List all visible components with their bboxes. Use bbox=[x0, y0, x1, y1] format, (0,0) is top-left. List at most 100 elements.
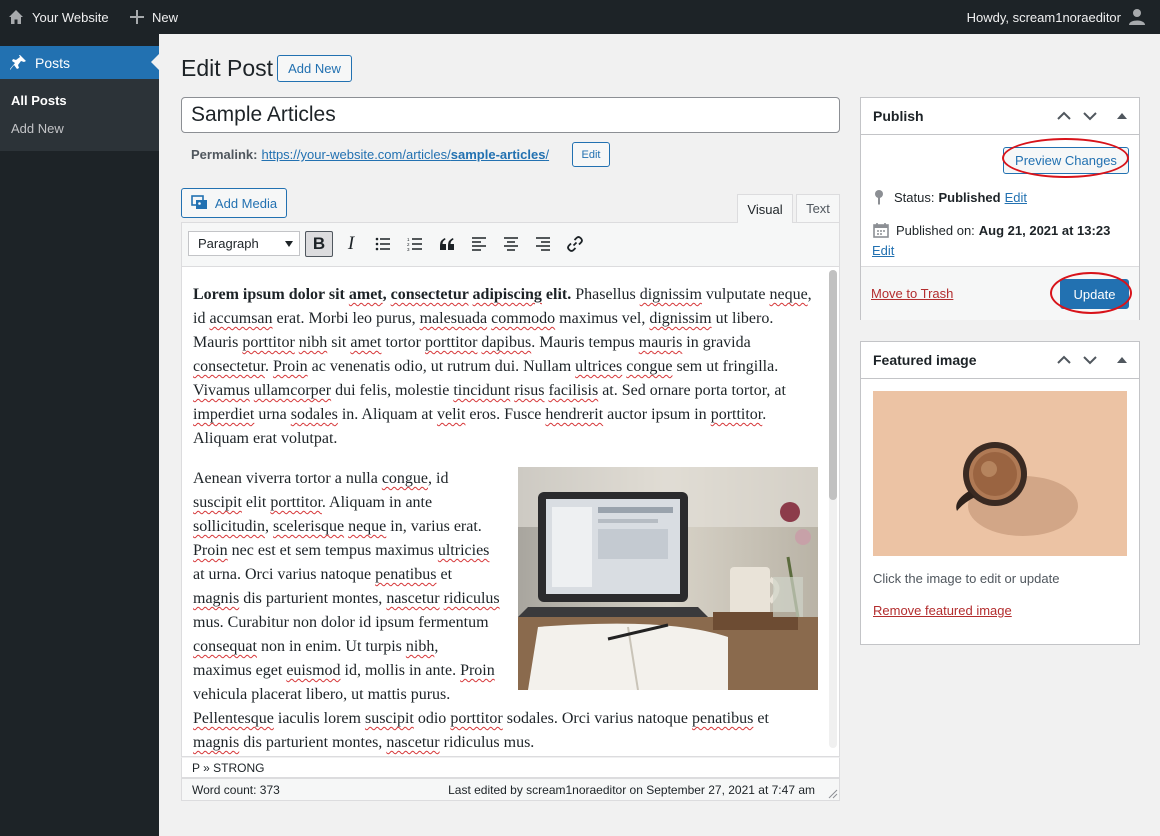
numbered-list-button[interactable]: 123 bbox=[401, 231, 429, 257]
add-media-button[interactable]: Add Media bbox=[181, 188, 287, 218]
bold-icon: B bbox=[312, 234, 326, 253]
add-new-post-button[interactable]: Add New bbox=[277, 55, 352, 82]
site-name: Your Website bbox=[32, 9, 109, 25]
editor-status-bar: Word count: 373 Last edited by scream1no… bbox=[181, 778, 840, 801]
svg-text:3: 3 bbox=[407, 247, 410, 251]
tab-visual[interactable]: Visual bbox=[737, 194, 793, 223]
italic-button[interactable]: I bbox=[337, 231, 365, 257]
format-select-value: Paragraph bbox=[198, 236, 259, 251]
editor-path: P » STRONG bbox=[181, 757, 840, 778]
numbered-list-icon: 123 bbox=[407, 237, 422, 251]
preview-changes-button[interactable]: Preview Changes bbox=[1003, 147, 1129, 174]
align-center-icon bbox=[504, 237, 518, 251]
featured-image-header: Featured image bbox=[861, 342, 1139, 379]
pin-icon bbox=[875, 190, 883, 205]
my-account-link[interactable]: Howdy, scream1noraeditor bbox=[967, 0, 1146, 34]
resize-handle-icon[interactable] bbox=[828, 789, 838, 799]
post-title-input[interactable]: Sample Articles bbox=[181, 97, 840, 133]
permalink-slug: sample-articles bbox=[450, 147, 546, 162]
update-button[interactable]: Update bbox=[1060, 279, 1129, 309]
site-name-link[interactable]: Your Website bbox=[8, 0, 109, 34]
status-value: Published bbox=[938, 189, 1001, 205]
status-row: Status: Published Edit bbox=[873, 189, 1027, 205]
add-media-label: Add Media bbox=[214, 195, 278, 211]
bullet-list-icon bbox=[375, 237, 390, 251]
content-paragraph-1: Lorem ipsum dolor sit amet, consectetur … bbox=[193, 286, 812, 447]
align-center-button[interactable] bbox=[497, 231, 525, 257]
publish-box: Publish Preview Changes Status: Publishe… bbox=[860, 97, 1140, 320]
toggle-panel-button[interactable] bbox=[1112, 350, 1132, 370]
move-down-button[interactable] bbox=[1080, 106, 1100, 126]
new-label: New bbox=[152, 9, 179, 25]
published-value: Aug 21, 2021 at 13:23 bbox=[978, 222, 1111, 238]
blockquote-button[interactable] bbox=[433, 231, 461, 257]
submenu-add-new[interactable]: Add New bbox=[11, 121, 64, 136]
remove-featured-image-link[interactable]: Remove featured image bbox=[873, 603, 1012, 618]
new-content-link[interactable]: New bbox=[130, 0, 178, 34]
published-edit-link[interactable]: Edit bbox=[872, 243, 894, 258]
triangle-up-icon bbox=[1117, 357, 1127, 363]
published-label: Published on: bbox=[896, 222, 975, 238]
user-avatar-icon bbox=[1129, 9, 1145, 25]
home-icon bbox=[9, 10, 23, 24]
toggle-panel-button[interactable] bbox=[1112, 106, 1132, 126]
plus-icon bbox=[130, 10, 144, 24]
align-left-button[interactable] bbox=[465, 231, 493, 257]
scrollbar-thumb[interactable] bbox=[829, 270, 837, 500]
link-icon bbox=[567, 236, 583, 252]
editor-toolbar: Paragraph B I 123 bbox=[181, 222, 840, 267]
status-label: Status: bbox=[894, 189, 935, 205]
bold-button[interactable]: B bbox=[305, 231, 333, 257]
move-to-trash-link[interactable]: Move to Trash bbox=[871, 286, 953, 301]
permalink-base: https://your-website.com/articles/ bbox=[261, 147, 451, 162]
published-on-row: Published on: Aug 21, 2021 at 13:23 bbox=[873, 222, 1110, 238]
chevron-down-icon bbox=[1083, 112, 1097, 121]
sidebar-item-posts[interactable]: Posts bbox=[0, 46, 159, 79]
publish-box-header: Publish bbox=[861, 98, 1139, 135]
bullet-list-button[interactable] bbox=[369, 231, 397, 257]
editor-content[interactable]: Lorem ipsum dolor sit amet, consectetur … bbox=[193, 283, 818, 756]
blockquote-icon bbox=[440, 238, 454, 250]
link-button[interactable] bbox=[561, 231, 589, 257]
permalink-url[interactable]: https://your-website.com/articles/sample… bbox=[261, 147, 549, 162]
laptop-desk-image[interactable] bbox=[518, 467, 818, 691]
featured-image-box: Featured image Click the image to edit o… bbox=[860, 341, 1140, 645]
editor-scrollbar[interactable] bbox=[829, 270, 837, 748]
featured-image-hint: Click the image to edit or update bbox=[873, 571, 1060, 586]
align-right-icon bbox=[536, 237, 550, 251]
permalink-row: Permalink: https://your-website.com/arti… bbox=[191, 147, 549, 162]
publish-title: Publish bbox=[873, 108, 924, 124]
move-down-button[interactable] bbox=[1080, 350, 1100, 370]
admin-bar: Your Website New Howdy, scream1noraedito… bbox=[0, 0, 1160, 34]
word-count: Word count: 373 bbox=[192, 783, 280, 797]
calendar-icon bbox=[873, 223, 889, 238]
status-edit-link[interactable]: Edit bbox=[1005, 190, 1027, 205]
move-up-button[interactable] bbox=[1054, 106, 1074, 126]
italic-icon: I bbox=[347, 233, 355, 254]
chevron-up-icon bbox=[1057, 355, 1071, 364]
submenu-all-posts[interactable]: All Posts bbox=[11, 93, 67, 108]
align-left-icon bbox=[472, 237, 486, 251]
sidebar-item-label: Posts bbox=[35, 54, 71, 71]
triangle-up-icon bbox=[1117, 113, 1127, 119]
featured-image-title: Featured image bbox=[873, 352, 977, 368]
chevron-up-icon bbox=[1057, 111, 1071, 120]
chevron-down-icon bbox=[1083, 356, 1097, 365]
publish-actions: Move to Trash Update bbox=[861, 266, 1139, 320]
format-select[interactable]: Paragraph bbox=[188, 231, 300, 256]
howdy-text: Howdy, scream1noraeditor bbox=[966, 9, 1121, 25]
last-edited: Last edited by scream1noraeditor on Sept… bbox=[448, 783, 815, 797]
chevron-down-icon bbox=[285, 241, 293, 247]
featured-image-thumbnail[interactable] bbox=[873, 391, 1127, 556]
page-title: Edit Post bbox=[181, 55, 274, 81]
admin-sidebar: Posts All Posts Add New bbox=[0, 34, 159, 836]
align-right-button[interactable] bbox=[529, 231, 557, 257]
move-up-button[interactable] bbox=[1054, 350, 1074, 370]
tab-text[interactable]: Text bbox=[796, 194, 840, 222]
permalink-trailing: / bbox=[545, 147, 550, 162]
permalink-edit-button[interactable]: Edit bbox=[572, 142, 610, 167]
permalink-label: Permalink: bbox=[191, 147, 258, 162]
editor-content-area[interactable]: Lorem ipsum dolor sit amet, consectetur … bbox=[181, 267, 840, 757]
pushpin-icon bbox=[10, 54, 26, 70]
add-media-icon bbox=[191, 195, 207, 209]
